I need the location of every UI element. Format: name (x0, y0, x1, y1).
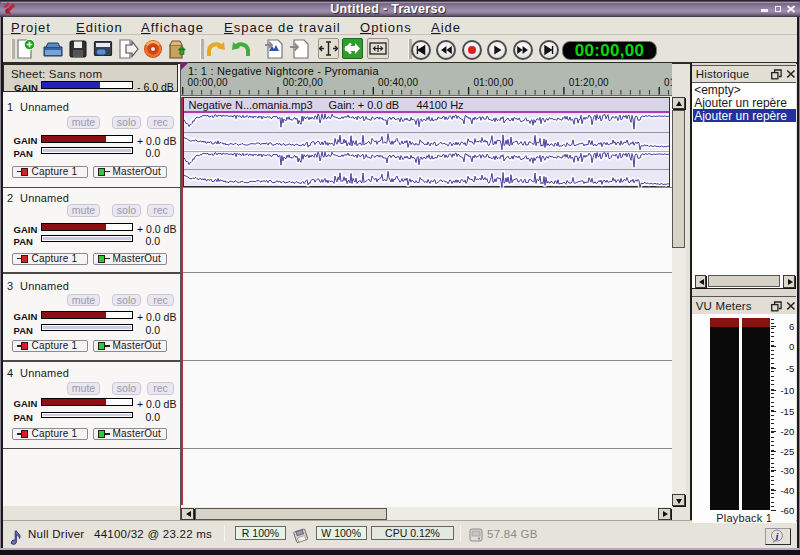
svg-text:i: i (775, 530, 779, 542)
